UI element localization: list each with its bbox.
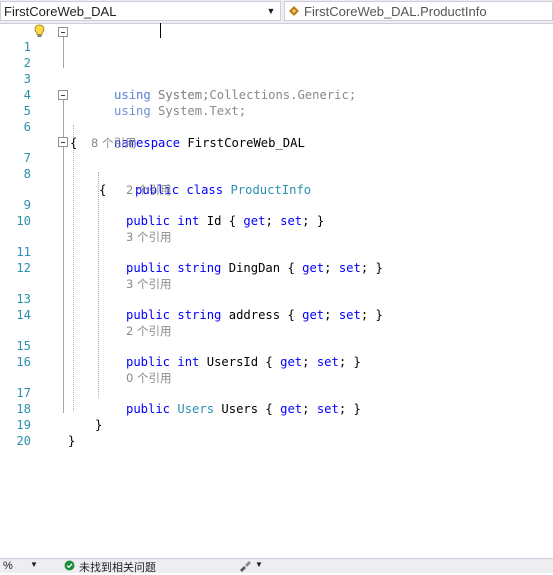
code-line: 20 [0,417,553,448]
codelens-line: 8 个引用 [0,119,553,150]
code-line: 12 [0,244,553,275]
type-dropdown[interactable]: FirstCoreWeb_DAL.ProductInfo [284,1,553,21]
codelens-line: 3 个引用 [0,213,553,244]
editor-status-bar: % ▼ 未找到相关问题 ▼ [0,558,553,575]
codelens-line: 2 个引用 [0,166,553,197]
codelens-line: 3 个引用 [0,260,553,291]
zoom-level[interactable]: % [3,560,13,572]
lightbulb-icon[interactable] [34,24,45,38]
navigation-bar: FirstCoreWeb_DAL ▼ FirstCoreWeb_DAL.Prod… [0,0,553,24]
code-editor[interactable]: 1 using System; 2 using System.Collectio… [0,23,553,558]
code-line: 9 public int Id { get; set; } [0,181,553,228]
code-line: 1 using System; [0,23,553,102]
project-dropdown[interactable]: FirstCoreWeb_DAL ▼ [0,1,281,21]
codelens-line: 2 个引用 [0,307,553,338]
code-line: 19 } [0,401,553,448]
code-line: 14 [0,291,553,322]
code-line: 17 public Users Users { get; set; } [0,369,553,416]
check-circle-icon [64,560,75,571]
code-line: 15 public int UsersId { get; set; } [0,322,553,369]
code-line: 18 } [0,385,553,432]
code-line: 8 { [0,150,553,197]
chevron-down-icon[interactable]: ▼ [264,3,278,19]
codelens-line: 0 个引用 [0,354,553,385]
chevron-down-icon[interactable]: ▼ [255,560,263,569]
code-line: 7 public class ProductInfo [0,134,553,197]
close-brace: } [68,434,76,448]
class-icon [289,6,299,16]
brush-icon[interactable] [238,559,252,572]
issues-status[interactable]: 未找到相关问题 [79,559,156,575]
chevron-down-icon[interactable]: ▼ [30,560,38,569]
code-line: 5 namespace FirstCoreWeb_DAL [0,87,553,150]
code-line: 3 using System.Text; [0,55,553,118]
code-line: 2 using System.Collections.Generic; [0,39,553,102]
project-dropdown-label: FirstCoreWeb_DAL [4,4,117,19]
code-line: 13 public string address { get; set; } [0,275,553,322]
code-line: 16 [0,338,553,369]
code-line: 11 public string DingDan { get; set; } [0,228,553,275]
code-line: 6 { [0,103,553,150]
code-line: 10 [0,197,553,228]
line-number: 20 [16,434,31,448]
text-caret [160,23,161,38]
code-line: 4 [0,71,553,102]
type-dropdown-label: FirstCoreWeb_DAL.ProductInfo [304,4,487,19]
